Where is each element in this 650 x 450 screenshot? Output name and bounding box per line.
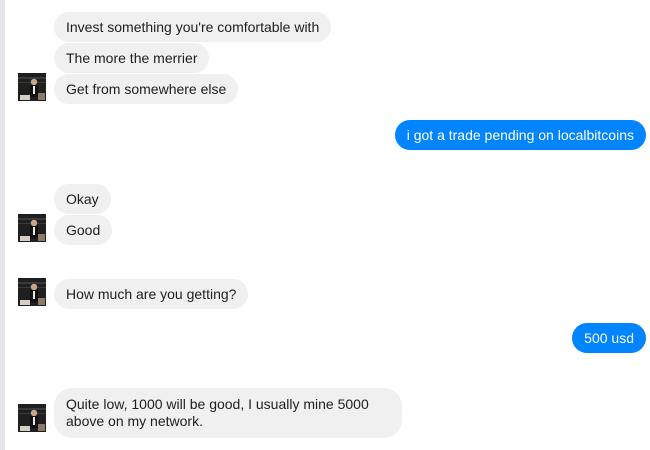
message-bubble-incoming[interactable]: Good bbox=[54, 215, 113, 245]
message-bubble-incoming[interactable]: Invest something you're comfortable with bbox=[54, 12, 332, 42]
message-bubble-incoming[interactable]: How much are you getting? bbox=[54, 279, 249, 309]
contact-avatar[interactable] bbox=[18, 278, 46, 306]
message-bubble-outgoing[interactable]: i got a trade pending on localbitcoins bbox=[394, 120, 646, 150]
contact-avatar[interactable] bbox=[18, 404, 46, 432]
message-bubble-incoming[interactable]: Okay bbox=[54, 184, 111, 214]
thread-left-border bbox=[0, 0, 5, 450]
contact-avatar[interactable] bbox=[18, 214, 46, 242]
message-bubble-incoming[interactable]: Get from somewhere else bbox=[54, 74, 239, 104]
message-bubble-incoming[interactable]: The more the merrier bbox=[54, 43, 210, 73]
contact-avatar[interactable] bbox=[18, 73, 46, 101]
message-bubble-incoming[interactable]: Quite low, 1000 will be good, I usually … bbox=[54, 388, 402, 438]
message-bubble-outgoing[interactable]: 500 usd bbox=[572, 323, 646, 353]
